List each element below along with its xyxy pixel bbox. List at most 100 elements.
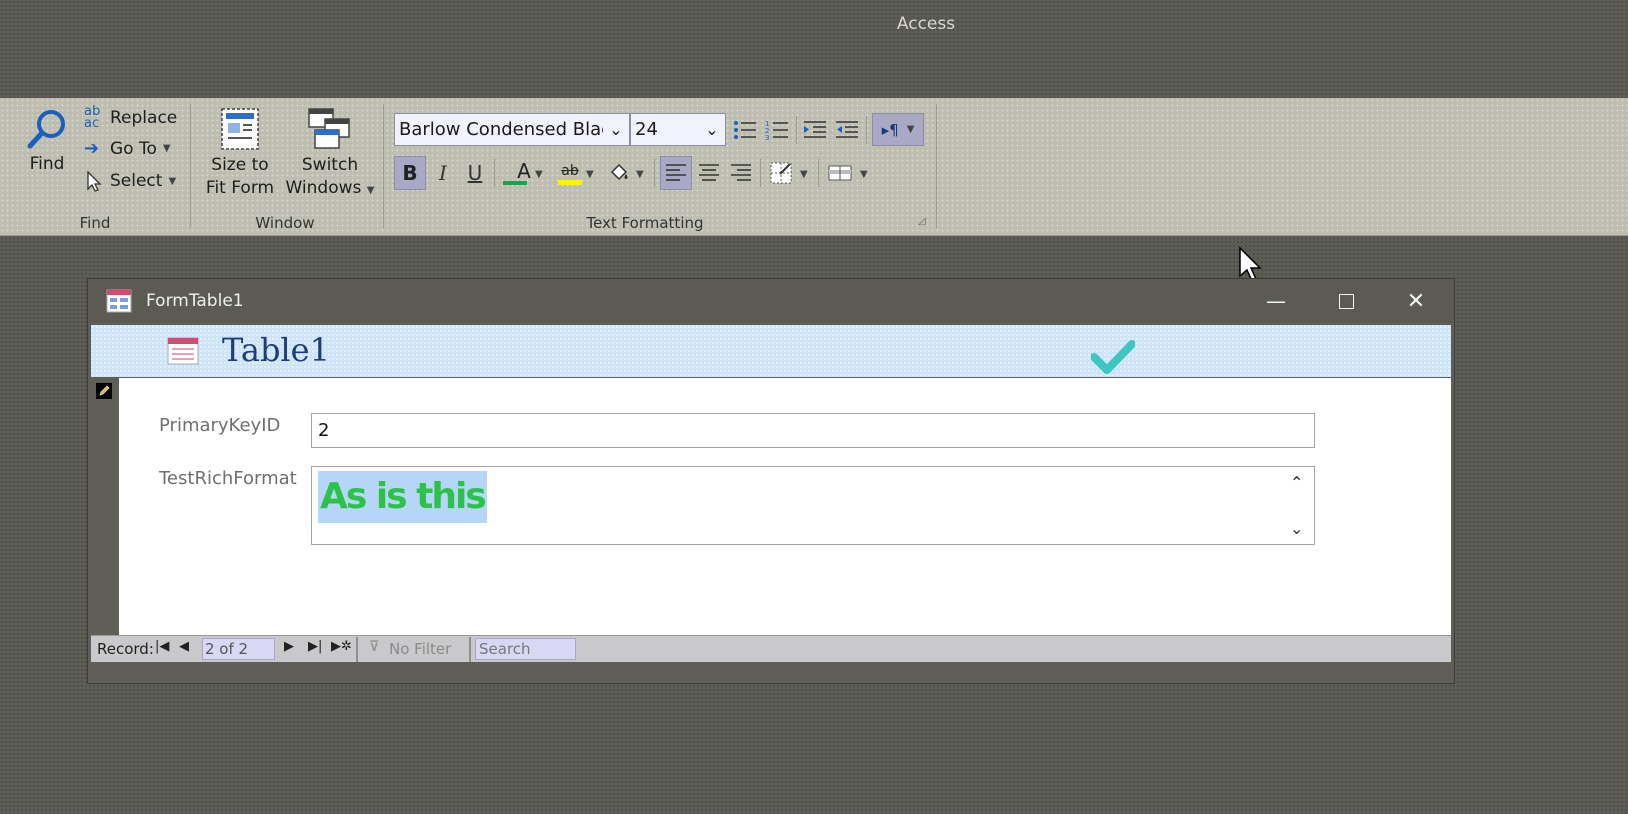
- svg-text:3: 3: [765, 134, 769, 141]
- toolbar-separator: [796, 116, 797, 144]
- italic-label: I: [439, 161, 447, 185]
- form-header-icon: [167, 337, 199, 365]
- scroll-up-icon[interactable]: ⌃: [1290, 473, 1303, 492]
- fill-color-button[interactable]: [604, 156, 634, 190]
- size-to-fit-label-2: Fit Form: [205, 178, 275, 198]
- find-button[interactable]: Find: [24, 106, 70, 184]
- font-name-combo[interactable]: Barlow Condensed Black ⌄: [394, 113, 630, 146]
- window-titlebar[interactable]: FormTable1 — ✕: [88, 279, 1454, 323]
- chevron-down-icon[interactable]: ▼: [860, 169, 868, 180]
- align-right-button[interactable]: [726, 156, 756, 190]
- last-record-icon[interactable]: ▶|: [308, 639, 322, 654]
- font-size-value: 24: [635, 119, 658, 140]
- form-detail: PrimaryKeyID 2 TestRichFormat As is this…: [119, 378, 1451, 635]
- align-center-icon: [699, 164, 719, 181]
- gridlines-button[interactable]: [766, 156, 796, 190]
- chevron-down-icon[interactable]: ▼: [535, 169, 543, 180]
- find-group-label: Find: [79, 214, 111, 232]
- pencil-edit-icon: [96, 383, 112, 399]
- switch-windows-icon: [308, 108, 350, 149]
- increase-indent-icon[interactable]: [800, 113, 830, 146]
- gridlines-icon: [770, 162, 792, 184]
- alternate-row-color-button[interactable]: [824, 156, 856, 190]
- goto-button[interactable]: ➔ Go To ▼: [84, 138, 171, 159]
- no-filter-button[interactable]: No Filter: [389, 640, 451, 658]
- replace-icon: ab ac: [84, 104, 101, 131]
- primary-key-label: PrimaryKeyID: [159, 415, 281, 436]
- align-center-button[interactable]: [694, 156, 724, 190]
- toolbar-separator: [494, 159, 495, 187]
- record-selector[interactable]: [91, 378, 119, 635]
- chevron-down-icon: ▼: [906, 124, 915, 135]
- dialog-launcher-icon[interactable]: ◿: [918, 216, 926, 227]
- numbering-icon[interactable]: 123: [762, 113, 792, 146]
- bullets-icon[interactable]: [730, 113, 760, 146]
- select-button[interactable]: Select ▼: [84, 170, 176, 192]
- underline-button[interactable]: U: [460, 156, 490, 190]
- size-to-fit-label-1: Size to: [211, 155, 269, 175]
- toolbar-separator: [654, 159, 655, 187]
- underline-label: U: [467, 161, 483, 185]
- replace-label: Replace: [110, 108, 178, 128]
- text-direction-button[interactable]: ▸¶ ▼: [872, 113, 924, 146]
- maximize-button[interactable]: [1316, 285, 1376, 317]
- align-left-icon: [666, 164, 686, 181]
- replace-button[interactable]: ab ac Replace: [84, 104, 178, 131]
- form-heading: Table1: [222, 331, 330, 369]
- previous-record-icon[interactable]: ◀: [179, 639, 189, 654]
- font-color-label: A: [517, 159, 531, 183]
- minimize-icon: —: [1266, 289, 1286, 313]
- rich-format-label: TestRichFormat: [159, 468, 297, 489]
- size-to-fit-button[interactable]: Size to Fit Form: [204, 106, 276, 206]
- rich-format-value: As is this: [318, 471, 487, 523]
- scroll-down-icon[interactable]: ⌄: [1290, 519, 1303, 538]
- group-separator: [190, 104, 191, 228]
- new-record-icon[interactable]: ▶✲: [331, 639, 352, 654]
- next-record-icon[interactable]: ▶: [284, 639, 294, 654]
- magnifier-icon: [27, 110, 65, 149]
- decrease-indent-icon[interactable]: [832, 113, 862, 146]
- form-icon: [106, 289, 132, 313]
- italic-button[interactable]: I: [428, 156, 458, 190]
- chevron-down-icon[interactable]: ▼: [800, 169, 808, 180]
- primary-key-field[interactable]: 2: [311, 413, 1315, 448]
- app-title: Access: [896, 14, 956, 34]
- close-button[interactable]: ✕: [1386, 285, 1446, 317]
- nav-separator: [356, 637, 358, 662]
- first-record-icon[interactable]: |◀: [155, 639, 169, 654]
- rich-format-field[interactable]: As is this ⌃ ⌄: [311, 466, 1315, 545]
- font-color-swatch: [503, 181, 527, 185]
- nav-separator: [469, 637, 471, 662]
- ribbon: Find ab ac Replace ➔ Go To ▼ Select ▼ Fin…: [0, 98, 1628, 236]
- font-size-combo[interactable]: 24 ⌄: [630, 113, 726, 146]
- window-group-label: Window: [255, 214, 315, 232]
- chevron-down-icon: ▼: [168, 175, 177, 187]
- chevron-down-icon[interactable]: ▼: [586, 169, 594, 180]
- text-formatting-group-label: Text Formatting: [586, 214, 704, 232]
- minimize-button[interactable]: —: [1246, 285, 1306, 317]
- toolbar-separator: [818, 159, 819, 187]
- chevron-down-icon: ▼: [162, 143, 171, 154]
- record-navigation-bar: Record: |◀ ◀ 2 of 2 ▶ ▶| ▶✲ ⊽ No Filter …: [91, 635, 1451, 662]
- record-search-input[interactable]: Search: [475, 638, 576, 660]
- highlight-button[interactable]: ab: [550, 156, 590, 190]
- record-label: Record:: [97, 640, 154, 658]
- switch-windows-button[interactable]: Switch Windows ▼: [280, 106, 380, 206]
- chevron-down-icon[interactable]: ⌄: [603, 120, 629, 139]
- align-right-icon: [731, 164, 751, 181]
- maximize-icon: [1338, 293, 1354, 309]
- group-separator: [383, 104, 384, 228]
- cursor-icon: [87, 170, 102, 192]
- switch-windows-label-2: Windows: [285, 178, 362, 198]
- group-separator: [936, 104, 937, 228]
- select-label: Select: [110, 171, 163, 191]
- primary-key-value: 2: [318, 420, 330, 441]
- align-left-button[interactable]: [660, 156, 692, 190]
- chevron-down-icon[interactable]: ⌄: [699, 120, 725, 139]
- filter-icon: ⊽: [369, 639, 380, 655]
- bold-button[interactable]: B: [394, 156, 426, 190]
- chevron-down-icon: ▼: [366, 185, 375, 196]
- bold-label: B: [402, 161, 418, 185]
- record-counter[interactable]: 2 of 2: [202, 638, 275, 660]
- chevron-down-icon[interactable]: ▼: [636, 169, 644, 180]
